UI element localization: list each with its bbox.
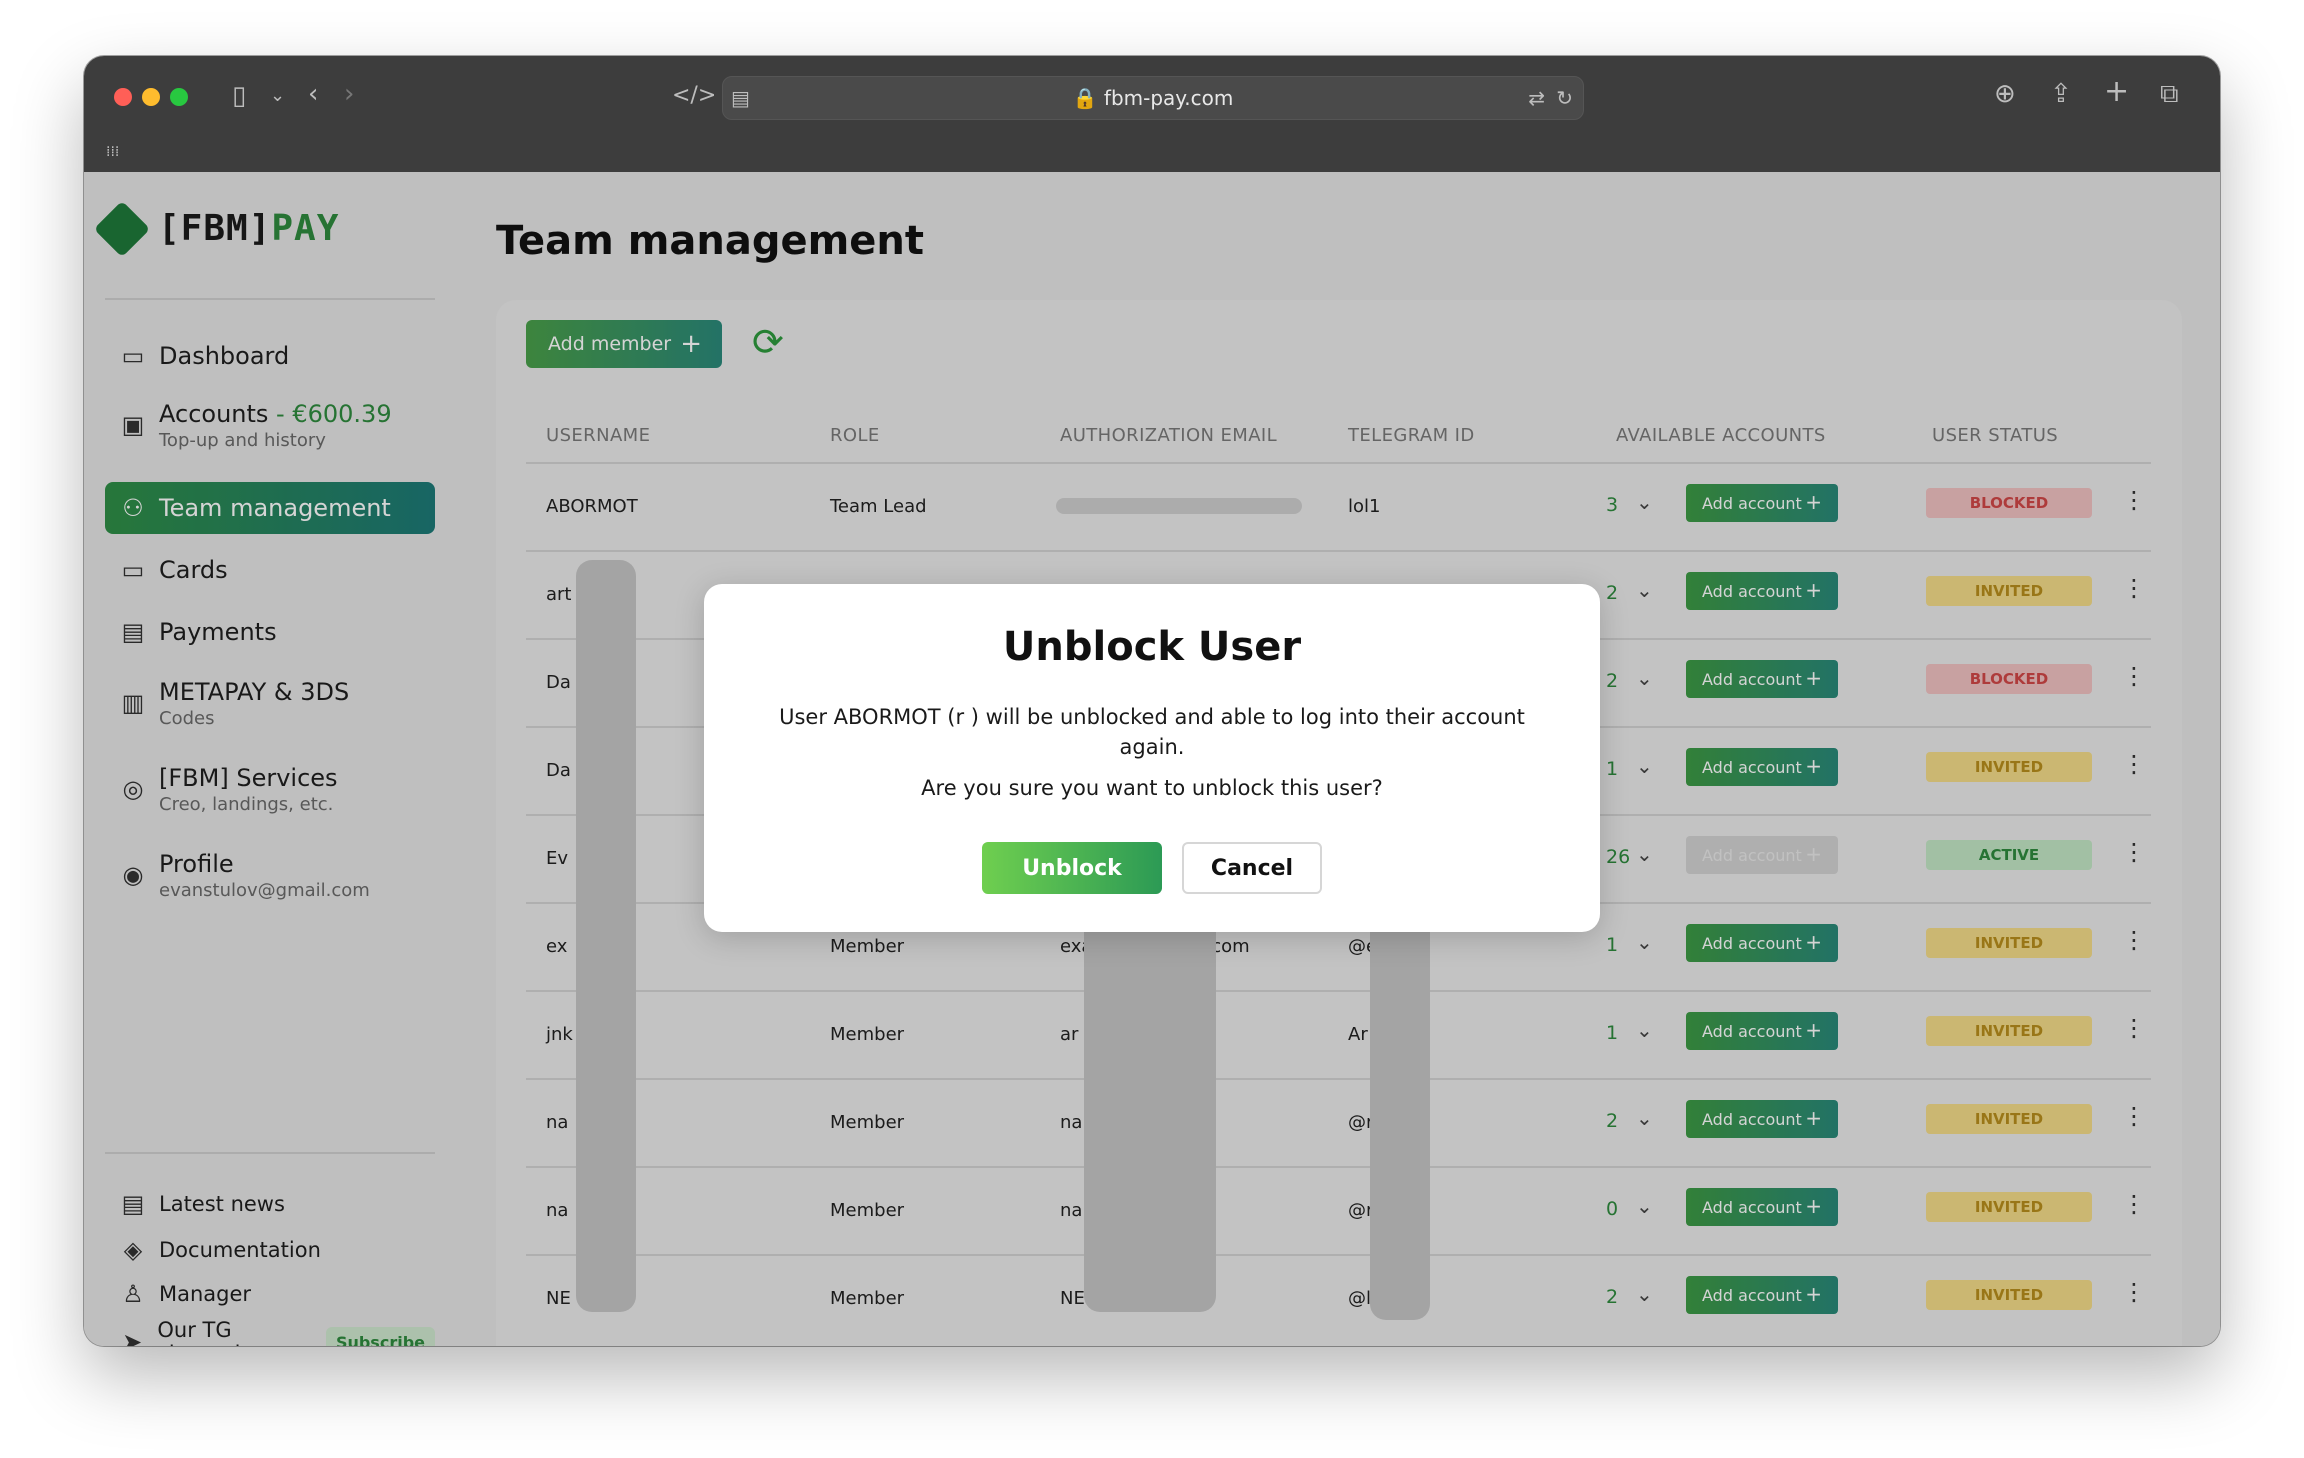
new-tab-icon[interactable]: + [2104, 77, 2129, 107]
dialog-question: Are you sure you want to unblock this us… [921, 776, 1383, 800]
url-text: fbm-pay.com [1103, 86, 1234, 110]
tab-grid-icon[interactable]: ⁞⁞⁞ [106, 138, 119, 166]
devtools-icon[interactable]: </> [672, 82, 716, 110]
browser-toolbar: ▯ ⌄ ‹ › </> ⁞⁞⁞ ▤ 🔒 fbm-pay.com ⇄ ↻ ⊕ ⇪ … [84, 56, 2220, 172]
dialog-title: Unblock User [1002, 624, 1302, 670]
zoom-window-button[interactable] [170, 88, 188, 106]
download-icon[interactable]: ⊕ [1994, 80, 2016, 108]
share-icon[interactable]: ⇪ [2050, 80, 2072, 108]
address-bar[interactable]: ▤ 🔒 fbm-pay.com ⇄ ↻ [722, 76, 1584, 120]
tabs-overview-icon[interactable]: ⧉ [2160, 80, 2179, 108]
unblock-user-dialog: Unblock User User ABORMOT (r ) will be u… [704, 584, 1600, 932]
lock-icon: 🔒 [1072, 86, 1098, 110]
reload-icon[interactable]: ↻ [1556, 84, 1573, 112]
cancel-button[interactable]: Cancel [1182, 842, 1322, 894]
back-icon[interactable]: ‹ [308, 80, 318, 108]
forward-icon[interactable]: › [344, 80, 354, 108]
dialog-message: User ABORMOT (r ) will be unblocked and … [779, 705, 1525, 759]
translate-icon[interactable]: ⇄ [1528, 84, 1545, 112]
chevron-down-icon[interactable]: ⌄ [270, 82, 285, 110]
close-window-button[interactable] [114, 88, 132, 106]
sidebar-toggle-icon[interactable]: ▯ [232, 82, 246, 110]
minimize-window-button[interactable] [142, 88, 160, 106]
unblock-button[interactable]: Unblock [982, 842, 1162, 894]
